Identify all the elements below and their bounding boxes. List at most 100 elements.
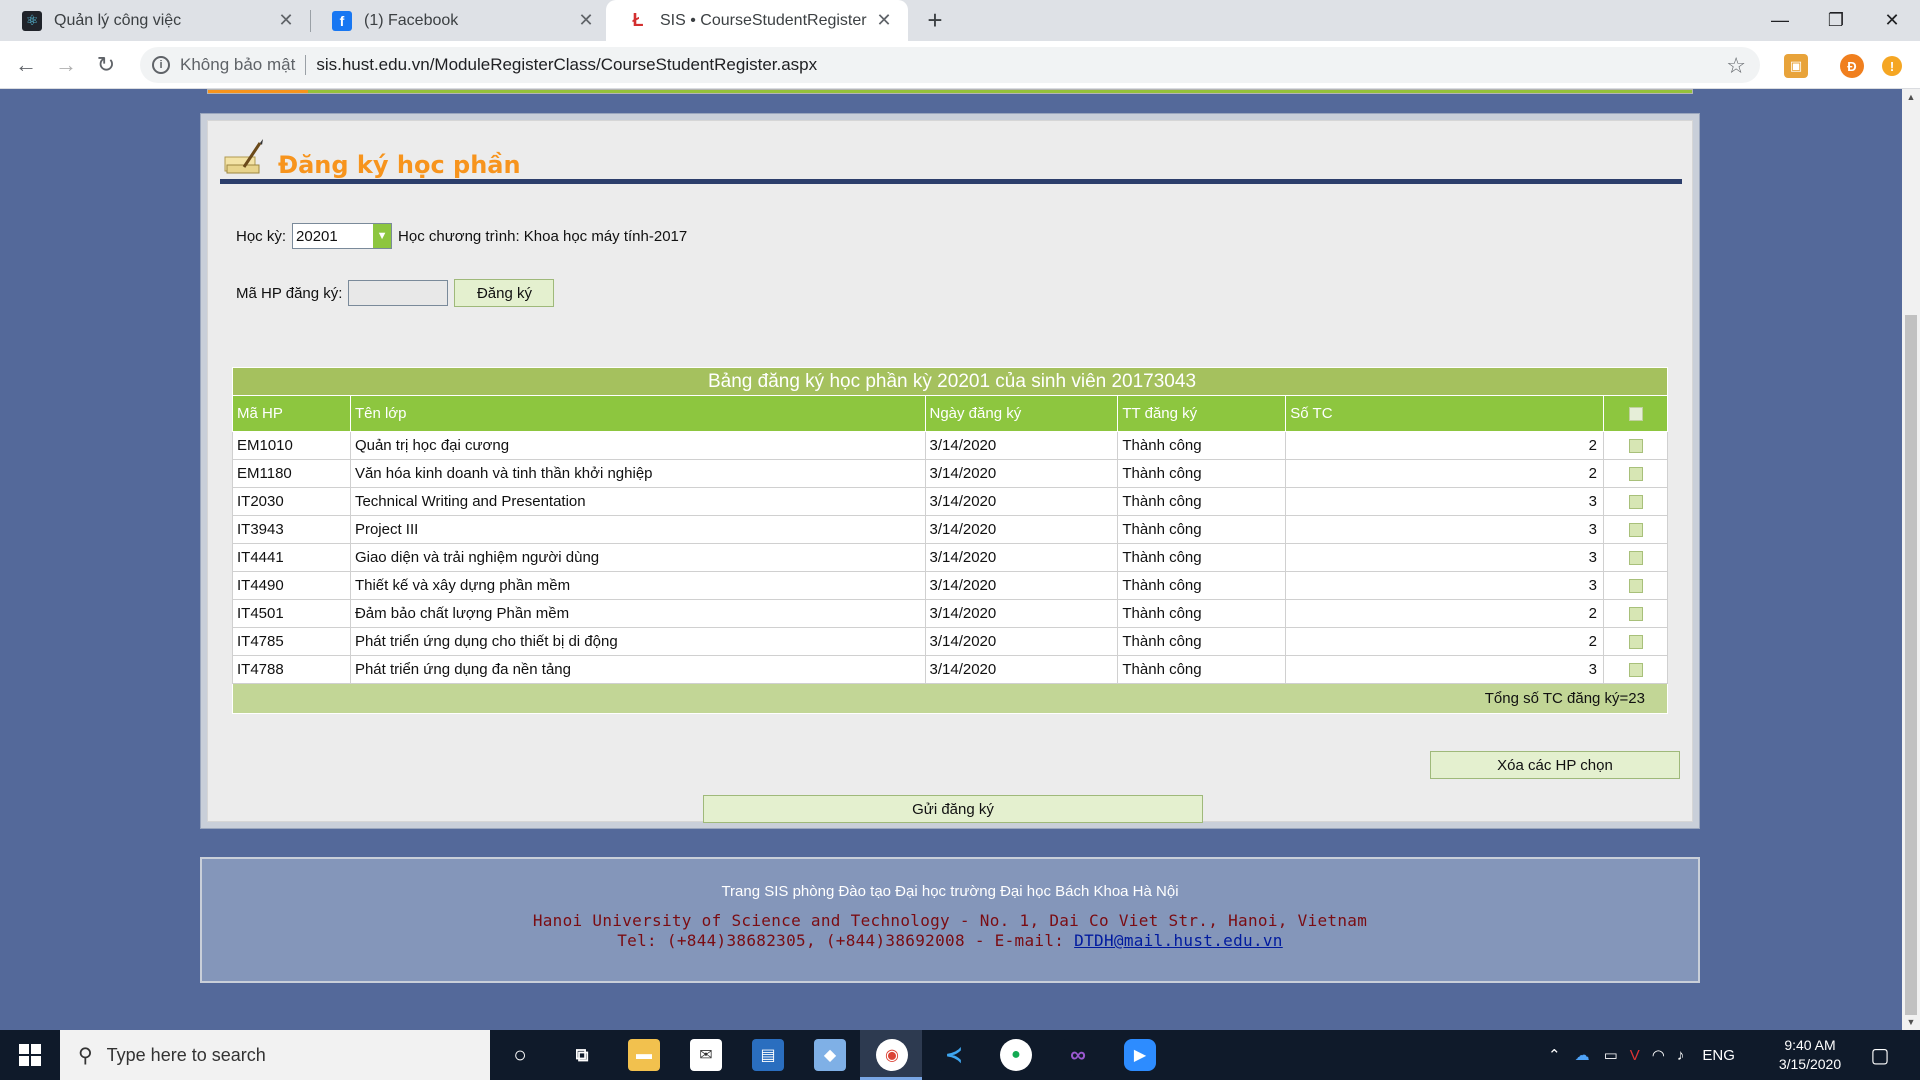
row-checkbox[interactable] (1628, 551, 1643, 566)
cell-code: EM1010 (232, 431, 351, 460)
cell-class-name: Quản trị học đại cương (349, 431, 926, 460)
submit-registration-button[interactable]: Gửi đăng ký (703, 795, 1203, 823)
cell-code: IT2030 (232, 487, 351, 516)
close-icon[interactable]: ✕ (276, 10, 296, 31)
row-checkbox[interactable] (1628, 495, 1643, 510)
cell-date: 3/14/2020 (924, 543, 1119, 572)
new-tab-button[interactable]: + (920, 6, 950, 36)
tab-quan-ly-cong-viec[interactable]: ⚛ Quản lý công việc ✕ (0, 0, 310, 41)
footer-title: Trang SIS phòng Đào tạo Đại học trường Đ… (721, 883, 1179, 900)
zoom-icon[interactable]: ▶ (1124, 1039, 1156, 1071)
column-header-credits: Số TC (1285, 395, 1605, 432)
cell-date: 3/14/2020 (924, 459, 1119, 488)
task-view-icon[interactable]: ⧉ (566, 1039, 598, 1071)
cell-class-name: Project III (349, 515, 926, 544)
scrollbar-thumb[interactable] (1905, 315, 1917, 1015)
browser-tab-bar: ⚛ Quản lý công việc ✕ f (1) Facebook ✕ Ł… (0, 0, 1920, 41)
cell-status: Thành công (1117, 599, 1287, 628)
battery-icon[interactable]: ▭ (1604, 1046, 1618, 1064)
chevron-up-icon[interactable]: ⌃ (1548, 1046, 1561, 1064)
forward-button[interactable]: → (50, 49, 82, 81)
table-row: IT2030 Technical Writing and Presentation… (232, 487, 1668, 516)
info-icon[interactable]: i (152, 56, 170, 74)
react-icon: ⚛ (22, 10, 42, 31)
row-checkbox[interactable] (1628, 439, 1643, 454)
cell-code: IT4490 (232, 571, 351, 600)
close-window-button[interactable]: ✕ (1864, 0, 1920, 41)
tab-facebook[interactable]: f (1) Facebook ✕ (310, 0, 610, 41)
3d-box-icon[interactable]: ◆ (814, 1039, 846, 1071)
wifi-icon[interactable]: ◠ (1652, 1046, 1665, 1064)
column-header-class-name: Tên lớp (349, 395, 926, 432)
cell-status: Thành công (1117, 655, 1287, 684)
document-pen-icon (222, 137, 266, 179)
vertical-scrollbar[interactable]: ▲ ▼ (1902, 89, 1920, 1030)
back-button[interactable]: ← (10, 49, 42, 81)
table-row: EM1180 Văn hóa kinh doanh và tinh thần kh… (232, 459, 1668, 488)
visual-studio-icon[interactable]: ∞ (1062, 1039, 1094, 1071)
cell-code: IT4441 (232, 543, 351, 572)
taskbar-clock[interactable]: 9:40 AM 3/15/2020 (1770, 1036, 1850, 1074)
scroll-up-icon[interactable]: ▲ (1902, 89, 1920, 105)
row-select-cell (1603, 459, 1668, 488)
language-indicator[interactable]: ENG (1702, 1047, 1735, 1064)
heading-divider (220, 179, 1682, 184)
volume-icon[interactable]: ♪ (1677, 1047, 1685, 1064)
taskbar-search[interactable]: ⚲ Type here to search (60, 1030, 490, 1080)
cell-class-name: Phát triển ứng dụng đa nền tảng (349, 655, 926, 684)
mongodb-compass-icon[interactable]: ● (1000, 1039, 1032, 1071)
row-checkbox[interactable] (1628, 635, 1643, 650)
cell-status: Thành công (1117, 487, 1287, 516)
vscode-icon[interactable]: ≺ (938, 1039, 970, 1071)
footer-email-link[interactable]: DTDH@mail.hust.edu.vn (1074, 931, 1283, 950)
minimize-button[interactable]: — (1752, 0, 1808, 41)
row-select-cell (1603, 431, 1668, 460)
reload-button[interactable]: ↻ (90, 49, 122, 81)
extension-icon[interactable]: ▣ (1784, 54, 1808, 78)
row-select-cell (1603, 487, 1668, 516)
column-header-status: TT đăng ký (1117, 395, 1287, 432)
chrome-icon[interactable]: ◉ (876, 1039, 908, 1071)
row-checkbox[interactable] (1628, 523, 1643, 538)
facebook-icon: f (332, 10, 352, 31)
scroll-down-icon[interactable]: ▼ (1902, 1014, 1920, 1030)
cell-code: IT4788 (232, 655, 351, 684)
update-alert-icon[interactable]: ! (1882, 56, 1902, 76)
cell-credits: 2 (1285, 599, 1605, 628)
row-select-cell (1603, 655, 1668, 684)
start-button[interactable] (0, 1030, 60, 1080)
bookmark-star-icon[interactable]: ☆ (1726, 53, 1746, 79)
notifications-icon[interactable]: ▢ (1864, 1039, 1896, 1071)
tab-sis-course-register[interactable]: Ł SIS • CourseStudentRegister ✕ (606, 0, 908, 41)
security-status[interactable]: Không bảo mật (180, 55, 295, 75)
row-checkbox[interactable] (1628, 467, 1643, 482)
file-explorer-icon[interactable]: ▬ (628, 1039, 660, 1071)
profile-initial: Đ (1847, 58, 1857, 74)
semester-select[interactable]: 20201 ▼ (292, 223, 393, 249)
cell-date: 3/14/2020 (924, 627, 1119, 656)
address-bar[interactable]: i Không bảo mật sis.hust.edu.vn/ModuleRe… (140, 47, 1760, 83)
onedrive-icon[interactable]: ☁ (1575, 1046, 1590, 1064)
checkbox-icon[interactable] (1628, 407, 1643, 422)
restore-button[interactable]: ❐ (1808, 0, 1864, 41)
mail-icon[interactable]: ✉ (690, 1039, 722, 1071)
profile-avatar[interactable]: Đ (1840, 54, 1864, 78)
row-checkbox[interactable] (1628, 607, 1643, 622)
cell-credits: 2 (1285, 627, 1605, 656)
unikey-icon[interactable]: V (1630, 1047, 1640, 1064)
url-text[interactable]: sis.hust.edu.vn/ModuleRegisterClass/Cour… (316, 55, 817, 75)
course-code-input[interactable] (348, 280, 449, 306)
close-icon[interactable]: ✕ (576, 10, 596, 31)
row-checkbox[interactable] (1628, 663, 1643, 678)
register-button[interactable]: Đăng ký (454, 279, 555, 307)
select-all-checkbox[interactable] (1603, 395, 1668, 432)
cell-class-name: Đảm bảo chất lượng Phần mềm (349, 599, 926, 628)
store-icon[interactable]: ▤ (752, 1039, 784, 1071)
cell-credits: 2 (1285, 459, 1605, 488)
row-checkbox[interactable] (1628, 579, 1643, 594)
close-icon[interactable]: ✕ (874, 10, 894, 31)
chevron-down-icon[interactable]: ▼ (373, 224, 392, 248)
cortana-icon[interactable]: ○ (504, 1039, 536, 1071)
delete-selected-button[interactable]: Xóa các HP chọn (1430, 751, 1680, 779)
cell-class-name: Technical Writing and Presentation (349, 487, 926, 516)
